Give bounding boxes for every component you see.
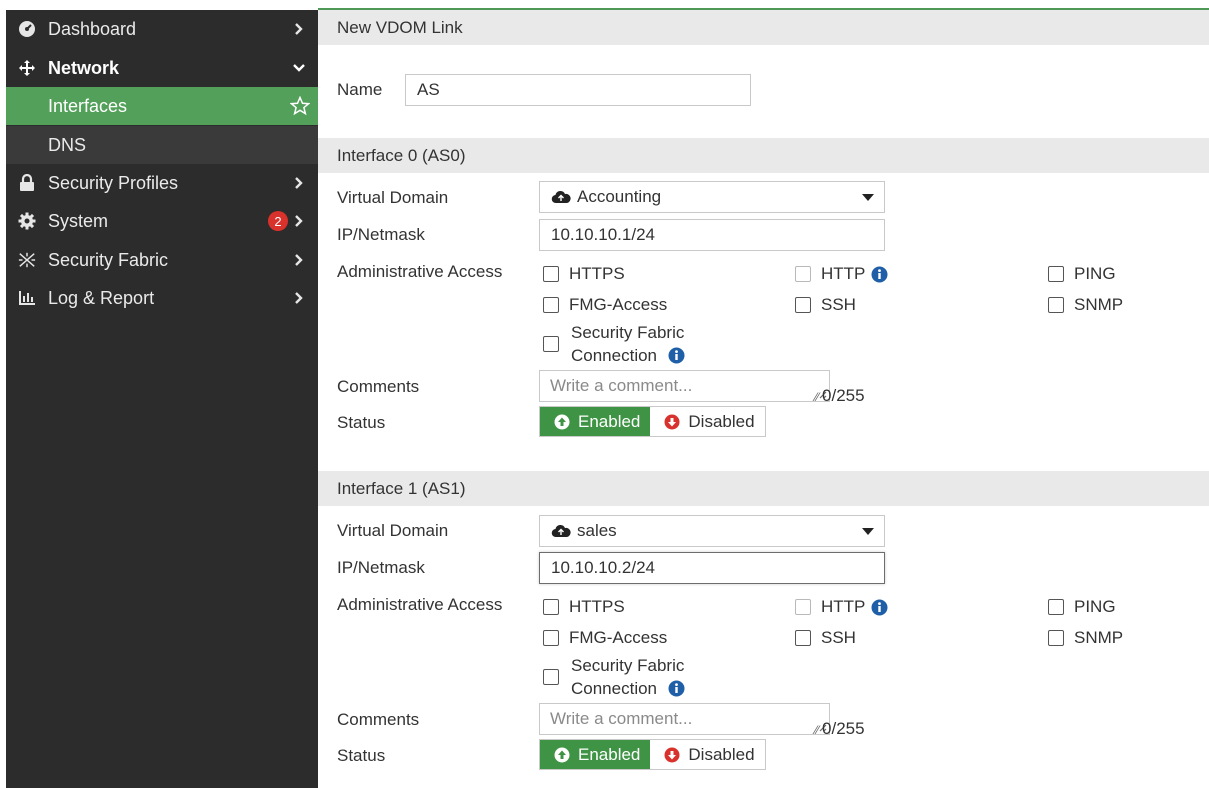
chevron-right-icon [292, 254, 306, 266]
interface-0-ip-input[interactable]: 10.10.10.1/24 [539, 219, 885, 251]
interface-1-ip-input[interactable]: 10.10.10.2/24 [539, 552, 885, 584]
sidebar-item-system[interactable]: System 2 [6, 202, 318, 240]
info-icon[interactable] [871, 599, 888, 616]
interface-1-ssh-checkbox[interactable]: SSH [795, 628, 856, 648]
page-title: New VDOM Link [318, 10, 1209, 45]
arrow-up-circle-icon [554, 747, 570, 762]
lock-icon [18, 174, 36, 192]
chart-icon [18, 289, 36, 307]
interface-0-vdom-select[interactable]: Accounting [539, 181, 885, 213]
interface-0-fabric-checkbox[interactable]: Security Fabric Connection [543, 321, 685, 367]
interface-1-fabric-checkbox[interactable]: Security Fabric Connection [543, 654, 685, 700]
admin-access-label: Administrative Access [337, 595, 503, 614]
info-icon[interactable] [668, 347, 685, 364]
notification-badge: 2 [268, 211, 288, 231]
interface-1-vdom-select[interactable]: sales [539, 515, 885, 547]
chevron-down-icon [862, 194, 874, 201]
interface-1-fmg-checkbox[interactable]: FMG-Access [543, 628, 667, 648]
chevron-right-icon [292, 177, 306, 189]
virtual-domain-label: Virtual Domain [337, 188, 449, 207]
comments-label: Comments [337, 710, 420, 729]
comments-label: Comments [337, 377, 420, 396]
status-label: Status [337, 413, 386, 432]
sidebar-item-security-fabric[interactable]: Security Fabric [6, 241, 318, 279]
sidebar-item-network[interactable]: Network [6, 49, 318, 87]
interface-0-http-checkbox[interactable]: HTTP [795, 264, 888, 284]
dashboard-icon [18, 20, 36, 38]
info-icon[interactable] [668, 680, 685, 697]
interface-1-disabled-button[interactable]: Disabled [650, 740, 764, 769]
sidebar-item-dns[interactable]: DNS [6, 126, 318, 164]
interface-0-snmp-checkbox[interactable]: SNMP [1048, 295, 1123, 315]
sidebar: Dashboard Network Interfaces DNS Securit… [6, 10, 318, 788]
interface-1-snmp-checkbox[interactable]: SNMP [1048, 628, 1123, 648]
interface-0-comment-input[interactable]: Write a comment... [539, 370, 830, 402]
sidebar-item-security-profiles[interactable]: Security Profiles [6, 164, 318, 202]
interface-1-https-checkbox[interactable]: HTTPS [543, 597, 625, 617]
fabric-icon [18, 251, 36, 269]
status-label: Status [337, 746, 386, 765]
interface-0-https-checkbox[interactable]: HTTPS [543, 264, 625, 284]
gear-icon [18, 212, 36, 230]
interface-0-vdom-value: Accounting [577, 187, 662, 206]
interface-1-status-toggle: Enabled Disabled [539, 739, 766, 770]
comment-counter: ⁄⁄ 0/255 [815, 386, 865, 405]
admin-access-label: Administrative Access [337, 262, 503, 281]
arrow-down-circle-icon [664, 747, 680, 762]
arrow-up-circle-icon [554, 414, 570, 429]
chevron-right-icon [292, 292, 306, 304]
star-icon[interactable] [290, 96, 310, 116]
chevron-right-icon [292, 23, 306, 35]
name-input[interactable]: AS [405, 74, 751, 106]
sidebar-item-interfaces[interactable]: Interfaces [6, 87, 318, 125]
interface-0-status-toggle: Enabled Disabled [539, 406, 766, 437]
interface-1-heading: Interface 1 (AS1) [318, 471, 1209, 506]
interface-1-comment-input[interactable]: Write a comment... [539, 703, 830, 735]
arrow-down-circle-icon [664, 414, 680, 429]
cloud-icon [551, 524, 571, 538]
interface-1-enabled-button[interactable]: Enabled [540, 740, 651, 769]
chevron-right-icon [292, 215, 306, 227]
ip-netmask-label: IP/Netmask [337, 225, 425, 244]
comment-counter: ⁄⁄ 0/255 [815, 719, 865, 738]
chevron-down-icon [292, 63, 306, 73]
interface-1-ping-checkbox[interactable]: PING [1048, 597, 1116, 617]
virtual-domain-label: Virtual Domain [337, 521, 449, 540]
interface-0-heading: Interface 0 (AS0) [318, 138, 1209, 173]
sidebar-item-dashboard[interactable]: Dashboard [6, 10, 318, 48]
interface-1-http-checkbox[interactable]: HTTP [795, 597, 888, 617]
interface-0-disabled-button[interactable]: Disabled [650, 407, 764, 436]
sidebar-item-log-report[interactable]: Log & Report [6, 279, 318, 317]
ip-netmask-label: IP/Netmask [337, 558, 425, 577]
interface-0-fmg-checkbox[interactable]: FMG-Access [543, 295, 667, 315]
interface-0-ssh-checkbox[interactable]: SSH [795, 295, 856, 315]
chevron-down-icon [862, 528, 874, 535]
cloud-icon [551, 190, 571, 204]
interface-1-vdom-value: sales [577, 521, 617, 540]
network-arrows-icon [18, 59, 36, 77]
info-icon[interactable] [871, 266, 888, 283]
name-label: Name [337, 80, 383, 99]
interface-0-ping-checkbox[interactable]: PING [1048, 264, 1116, 284]
interface-0-enabled-button[interactable]: Enabled [540, 407, 651, 436]
